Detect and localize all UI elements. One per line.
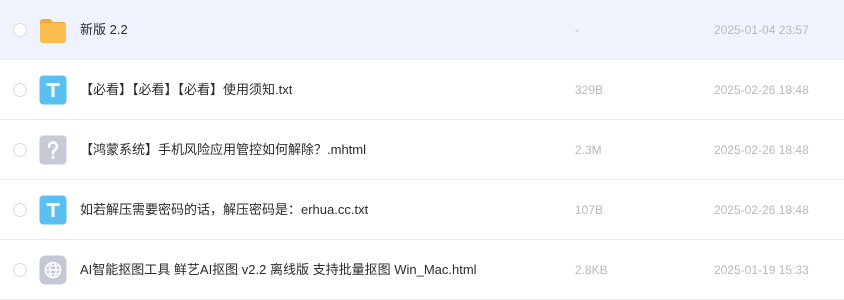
file-size: 2.3M bbox=[575, 143, 602, 157]
row-checkbox[interactable] bbox=[13, 203, 27, 217]
row-checkbox[interactable] bbox=[13, 263, 27, 277]
file-modified-date: 2025-02-26 18:48 bbox=[714, 83, 809, 97]
row-checkbox[interactable] bbox=[13, 23, 27, 37]
file-row[interactable]: 新版 2.2 - 2025-01-04 23:57 bbox=[0, 0, 844, 60]
file-size: 2.8KB bbox=[575, 263, 608, 277]
folder-icon bbox=[40, 19, 66, 43]
file-name[interactable]: 【必看】【必看】【必看】使用须知.txt bbox=[80, 60, 292, 120]
file-modified-date: 2025-02-26 18:48 bbox=[714, 143, 809, 157]
file-list: 新版 2.2 - 2025-01-04 23:57 【必看】【必看】【必看】使用… bbox=[0, 0, 844, 300]
file-modified-date: 2025-02-26 18:48 bbox=[714, 203, 809, 217]
file-modified-date: 2025-01-04 23:57 bbox=[714, 23, 809, 37]
file-name[interactable]: 新版 2.2 bbox=[80, 0, 128, 60]
file-row[interactable]: 如若解压需要密码的话，解压密码是：erhua.cc.txt 107B 2025-… bbox=[0, 180, 844, 240]
file-name[interactable]: 如若解压需要密码的话，解压密码是：erhua.cc.txt bbox=[80, 180, 368, 240]
file-row[interactable]: 【必看】【必看】【必看】使用须知.txt 329B 2025-02-26 18:… bbox=[0, 60, 844, 120]
file-size: 107B bbox=[575, 203, 604, 217]
file-modified-date: 2025-01-19 15:33 bbox=[714, 263, 809, 277]
file-name[interactable]: 【鸿蒙系统】手机风险应用管控如何解除？.mhtml bbox=[80, 120, 366, 180]
file-size: - bbox=[575, 23, 579, 37]
file-name[interactable]: AI智能抠图工具 鲜艺AI抠图 v2.2 离线版 支持批量抠图 Win_Mac.… bbox=[80, 240, 477, 300]
row-checkbox[interactable] bbox=[13, 143, 27, 157]
row-checkbox[interactable] bbox=[13, 83, 27, 97]
file-row[interactable]: 【鸿蒙系统】手机风险应用管控如何解除？.mhtml 2.3M 2025-02-2… bbox=[0, 120, 844, 180]
file-size: 329B bbox=[575, 83, 604, 97]
txt-file-icon bbox=[39, 75, 67, 105]
file-row[interactable]: AI智能抠图工具 鲜艺AI抠图 v2.2 离线版 支持批量抠图 Win_Mac.… bbox=[0, 240, 844, 300]
txt-file-icon bbox=[39, 195, 67, 225]
unknown-file-icon bbox=[39, 135, 67, 165]
html-file-icon bbox=[39, 255, 67, 285]
